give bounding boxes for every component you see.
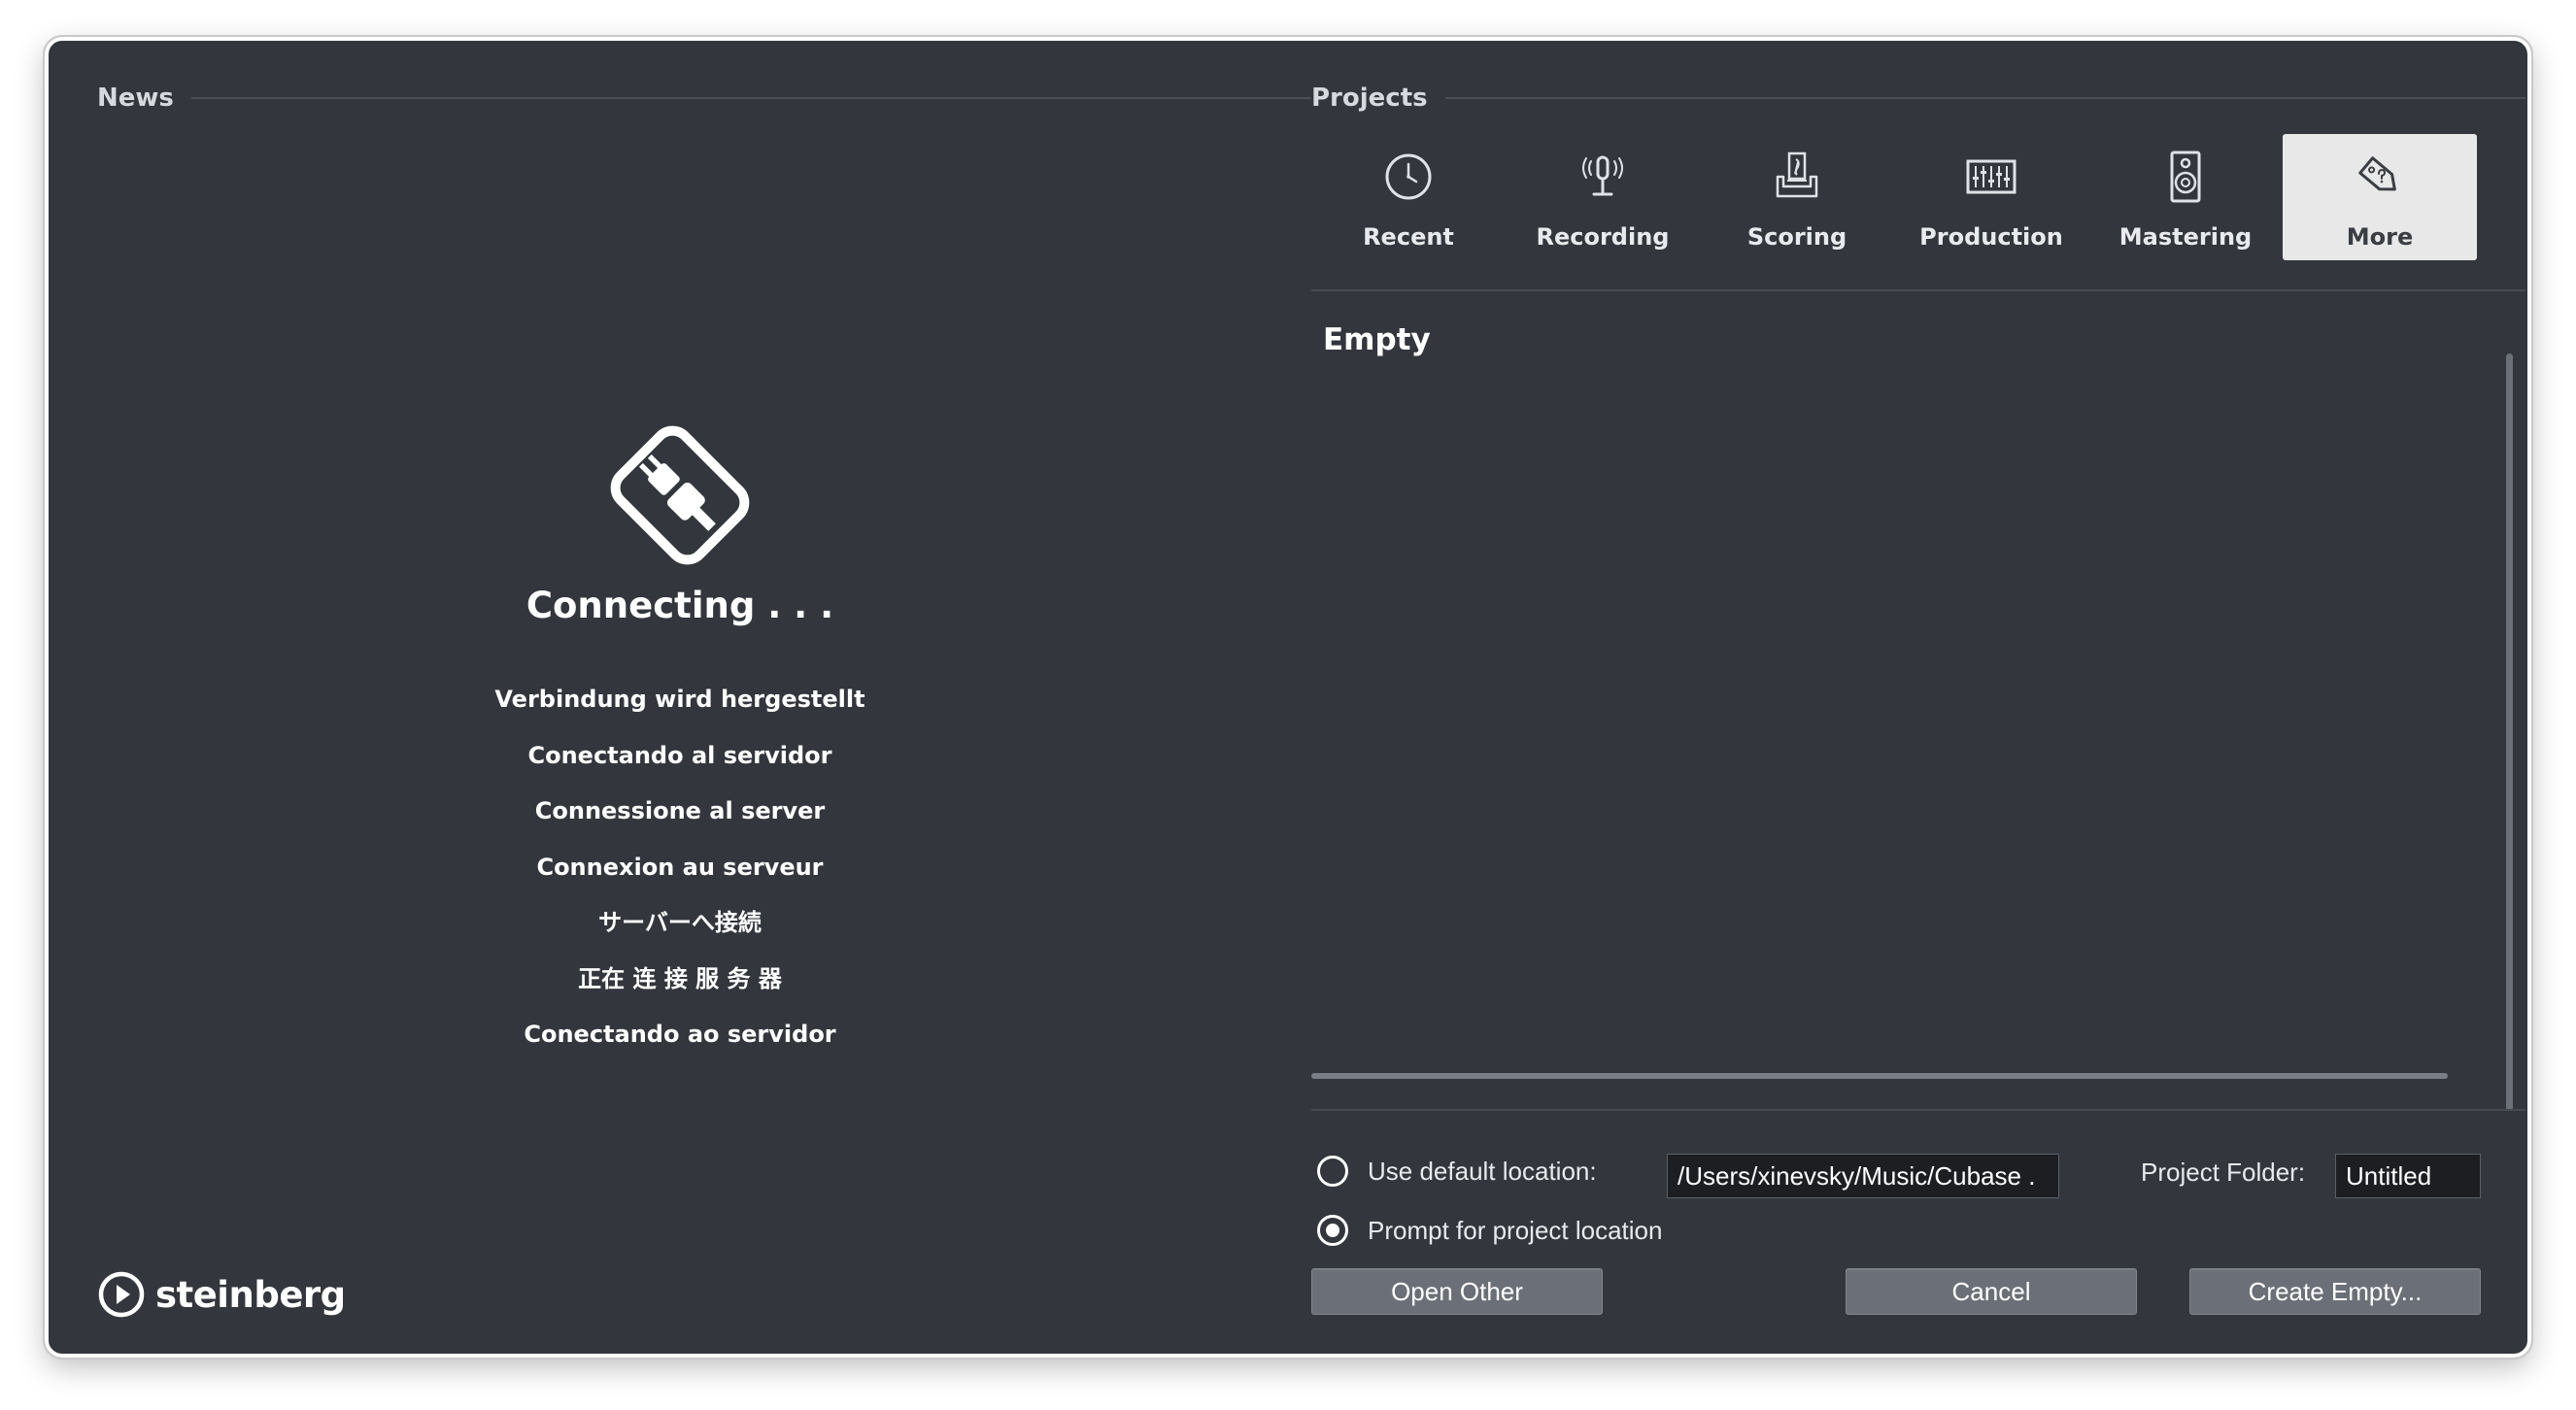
use-default-location-label: Use default location: (1368, 1156, 1597, 1186)
projects-title: Projects (1311, 84, 1428, 113)
steinberg-logo: steinberg (97, 1270, 346, 1319)
tab-recent[interactable]: Recent (1311, 134, 1506, 260)
tab-more-label: More (2346, 223, 2414, 251)
score-icon (1776, 151, 1818, 198)
tab-production-label: Production (1919, 223, 2063, 251)
prompt-location-label: Prompt for project location (1368, 1215, 1663, 1245)
translation-japanese: サーバーへ接続 (598, 909, 762, 936)
clock-icon (1385, 153, 1432, 200)
prompt-location-radio[interactable] (1317, 1215, 1348, 1246)
vertical-scrollbar[interactable] (2506, 353, 2513, 1111)
location-divider (1311, 1109, 2525, 1111)
connecting-status: Connecting . . . (525, 585, 834, 626)
tab-recording-label: Recording (1536, 223, 1670, 251)
project-category-tabs: Recent Recording Scoring Production Mast… (1311, 134, 2525, 260)
news-title: News (97, 84, 174, 113)
speaker-icon (2170, 151, 2201, 203)
projects-divider (1444, 97, 2525, 99)
tab-recording[interactable]: Recording (1506, 134, 1700, 260)
default-location-path-field[interactable]: /Users/xinevsky/Music/Cubase . (1667, 1154, 2059, 1198)
tab-mastering-label: Mastering (2118, 223, 2253, 251)
translation-french: Connexion au serveur (536, 853, 824, 881)
connecting-plug-icon (610, 425, 750, 565)
cancel-button[interactable]: Cancel (1846, 1268, 2137, 1315)
template-list: Empty (1311, 295, 2516, 1111)
tab-mastering[interactable]: Mastering (2088, 134, 2283, 260)
hub-window: News Connecting . . . Verbindung wird he… (43, 35, 2533, 1360)
tag-icon (2358, 156, 2396, 191)
tab-more[interactable]: More (2283, 134, 2477, 260)
template-item-empty[interactable]: Empty (1323, 322, 1431, 357)
tabs-divider (1311, 289, 2525, 291)
news-divider (190, 97, 1311, 99)
translation-italian: Connessione al server (534, 797, 826, 824)
radio-selected-dot (1326, 1224, 1339, 1237)
project-folder-label: Project Folder: (2141, 1158, 2306, 1187)
open-other-button[interactable]: Open Other (1311, 1268, 1603, 1315)
tab-scoring[interactable]: Scoring (1700, 134, 1894, 260)
steinberg-logo-icon (98, 1271, 145, 1318)
translation-portuguese: Conectando ao servidor (524, 1021, 836, 1048)
translation-german: Verbindung wird hergestellt (494, 686, 865, 713)
tab-production[interactable]: Production (1894, 134, 2088, 260)
use-default-location-option[interactable]: Use default location: (1317, 1156, 1597, 1187)
microphone-icon (1582, 155, 1623, 196)
mixer-icon (1966, 159, 2017, 194)
horizontal-scrollbar[interactable] (1311, 1073, 2448, 1079)
news-header: News (97, 84, 1311, 113)
translation-chinese: 正在 连 接 服 务 器 (578, 964, 782, 992)
projects-header: Projects (1311, 84, 2525, 113)
prompt-location-option[interactable]: Prompt for project location (1317, 1215, 1662, 1246)
use-default-location-radio[interactable] (1317, 1156, 1348, 1187)
tab-recent-label: Recent (1363, 223, 1454, 251)
connecting-translations: Verbindung wird hergestellt Conectando a… (340, 672, 1020, 1063)
project-folder-field[interactable]: Untitled (2335, 1154, 2481, 1198)
tab-scoring-label: Scoring (1746, 223, 1847, 251)
steinberg-logo-text: steinberg (155, 1273, 346, 1316)
translation-spanish: Conectando al servidor (527, 741, 832, 769)
create-empty-button[interactable]: Create Empty... (2189, 1268, 2481, 1315)
